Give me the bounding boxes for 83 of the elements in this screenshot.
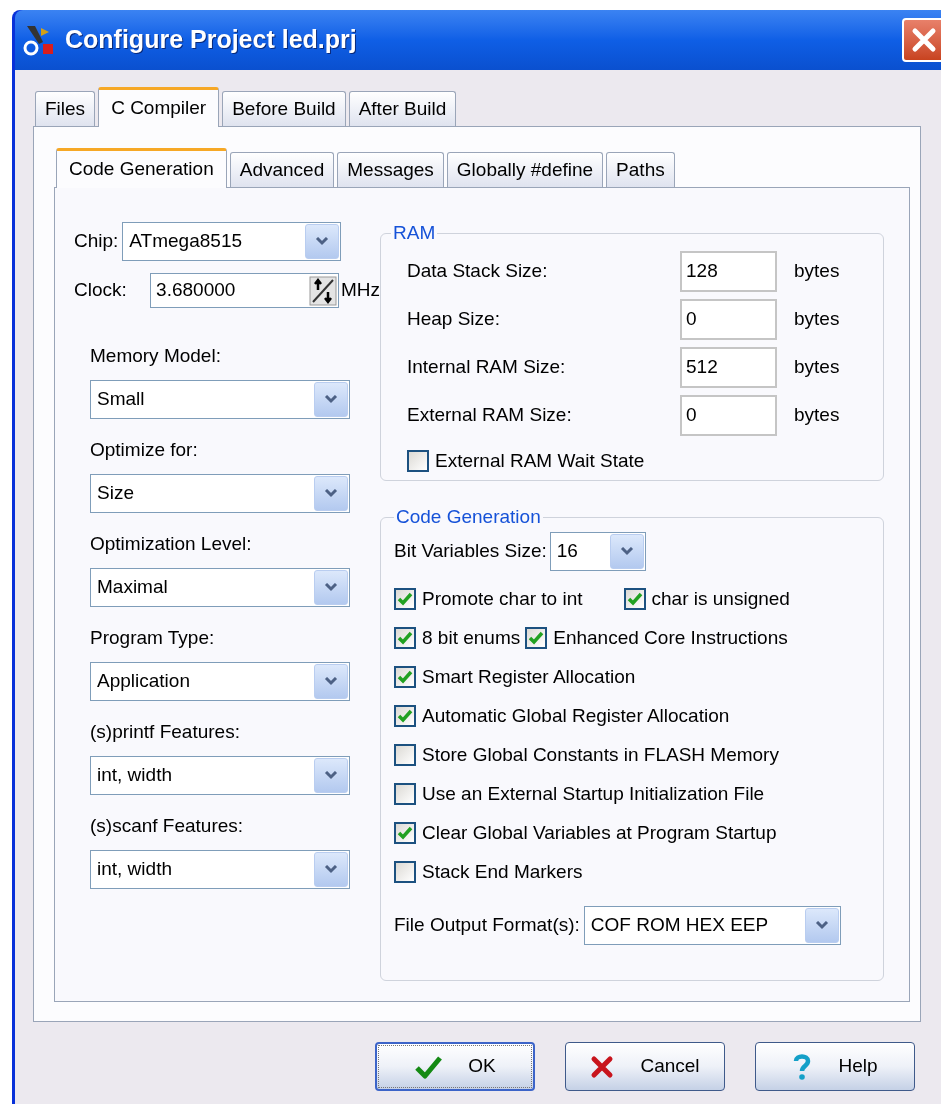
tab[interactable]: Files [35, 91, 96, 126]
tab[interactable]: Paths [606, 152, 675, 187]
checkbox[interactable] [407, 449, 429, 472]
unit-label: bytes [794, 354, 840, 379]
check-icon [528, 631, 545, 645]
dialog-button[interactable]: Cancel [565, 1042, 725, 1091]
checkbox[interactable] [394, 627, 416, 649]
group-title: Code Generation [395, 505, 542, 529]
dropdown[interactable]: Small [90, 380, 350, 419]
tab[interactable]: Globally #define [446, 152, 604, 187]
checkmark-icon [414, 1054, 443, 1079]
check-icon [397, 670, 413, 684]
dialog-button[interactable]: OK [375, 1042, 535, 1091]
close-icon [911, 27, 937, 53]
tab[interactable]: After Build [348, 91, 457, 126]
dropdown[interactable]: COF ROM HEX EEP [583, 905, 841, 945]
spin-arrows-icon [308, 275, 337, 306]
help-icon [792, 1052, 813, 1081]
field-label: (s)printf Features: [90, 720, 241, 744]
tab[interactable]: Code Generation [56, 148, 227, 188]
check-icon [397, 709, 413, 723]
field-label: Optimization Level: [90, 532, 253, 556]
check-icon [626, 592, 643, 606]
checkbox-label: char is unsigned [651, 586, 790, 611]
window-title: Configure Project led.prj [65, 24, 357, 56]
input-field[interactable]: 128 [680, 250, 777, 292]
dialog-button[interactable]: Help [755, 1042, 915, 1091]
checkbox-label: Clear Global Variables at Program Startup [422, 820, 777, 845]
input-field[interactable]: 0 [680, 298, 777, 340]
dropdown[interactable]: ATmega8515 [122, 222, 342, 261]
checkbox[interactable] [394, 783, 416, 805]
checkbox-label: 8 bit enums [422, 625, 521, 650]
checkbox-label: Automatic Global Register Allocation [422, 703, 730, 728]
tab[interactable]: C Compiler [98, 87, 220, 127]
checkbox[interactable] [394, 588, 416, 610]
field-label: Clock: [74, 278, 128, 303]
checkbox[interactable] [394, 822, 416, 844]
checkbox[interactable] [394, 705, 416, 727]
group-title: RAM [392, 221, 437, 245]
dropdown[interactable]: 16 [549, 531, 646, 571]
dropdown[interactable]: Application [90, 662, 350, 701]
tab[interactable]: Messages [337, 152, 444, 187]
unit-label: bytes [794, 258, 840, 283]
tab[interactable]: Advanced [229, 152, 335, 187]
checkbox[interactable] [394, 861, 416, 883]
field-label: External RAM Size: [407, 402, 573, 427]
checkbox-label: Store Global Constants in FLASH Memory [422, 742, 779, 767]
field-label: Data Stack Size: [407, 258, 549, 283]
field-label: Memory Model: [90, 344, 222, 368]
check-icon [397, 826, 413, 840]
checkbox-label: Promote char to int [422, 586, 583, 611]
unit-label: MHz [340, 278, 380, 303]
field-label: Internal RAM Size: [407, 354, 567, 379]
field-label: Bit Variables Size: [394, 538, 547, 563]
checkbox-label: External RAM Wait State [435, 448, 645, 473]
dropdown[interactable]: int, width [90, 756, 350, 795]
field-label: Program Type: [90, 626, 216, 650]
dropdown[interactable]: int, width [90, 850, 350, 889]
field-label: File Output Format(s): [394, 912, 580, 937]
field-label: Chip: [74, 229, 119, 254]
field-label: Optimize for: [90, 438, 199, 462]
field-label: Heap Size: [407, 306, 501, 331]
cancel-icon [590, 1054, 615, 1079]
checkbox[interactable] [623, 588, 646, 610]
check-icon [397, 592, 413, 606]
tab[interactable]: Before Build [222, 91, 346, 126]
checkbox[interactable] [525, 627, 548, 649]
unit-label: bytes [794, 306, 840, 331]
input-field[interactable]: 0 [680, 394, 777, 436]
spin-field[interactable]: 3.680000 [150, 273, 339, 308]
unit-label: bytes [794, 402, 840, 427]
checkbox-label: Stack End Markers [422, 859, 583, 884]
check-icon [397, 631, 413, 645]
checkbox[interactable] [394, 666, 416, 688]
checkbox-label: Smart Register Allocation [422, 664, 636, 689]
checkbox-label: Enhanced Core Instructions [553, 625, 788, 650]
field-label: (s)scanf Features: [90, 814, 245, 838]
checkbox[interactable] [394, 744, 416, 766]
input-field[interactable]: 512 [680, 346, 777, 388]
close-button[interactable] [902, 18, 941, 62]
dropdown[interactable]: Maximal [90, 568, 350, 607]
dropdown[interactable]: Size [90, 474, 350, 513]
checkbox-label: Use an External Startup Initialization File [422, 781, 765, 806]
